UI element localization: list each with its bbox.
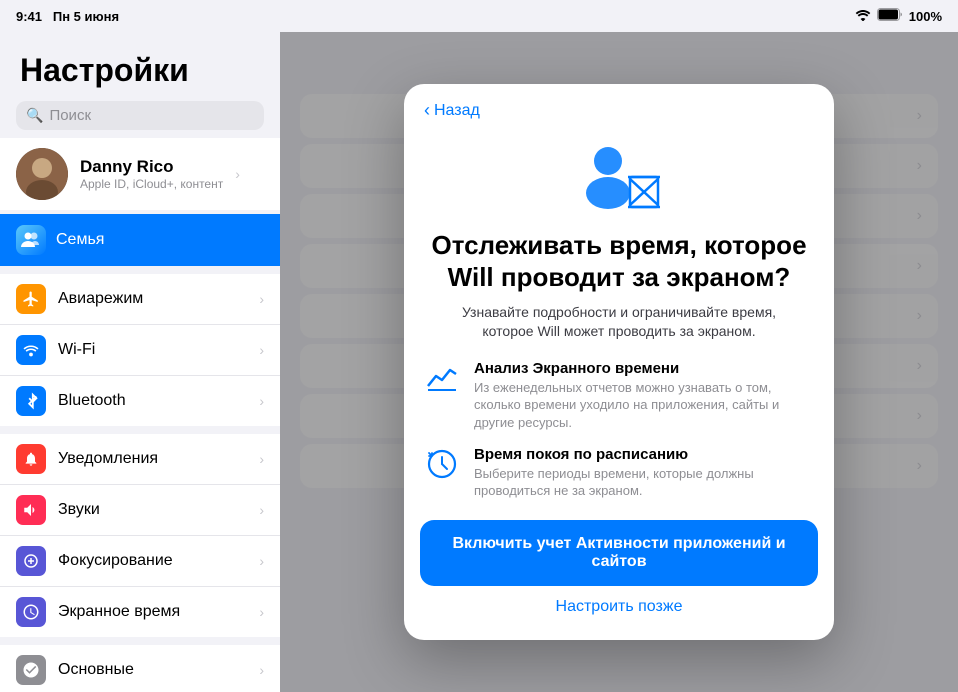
sidebar-item-bluetooth[interactable]: Bluetooth › [0, 376, 280, 426]
screentime-label: Экранное время [58, 603, 247, 621]
screentime-icon [16, 597, 46, 627]
sidebar-item-notifications[interactable]: Уведомления › [0, 434, 280, 485]
profile-row[interactable]: Danny Rico Apple ID, iCloud+, контент › [0, 138, 280, 210]
modal-title: Отслеживать время, которое Will проводит… [404, 230, 834, 292]
sidebar-item-airplane[interactable]: Авиарежим › [0, 274, 280, 325]
downtime-icon [424, 446, 460, 482]
modal-features: Анализ Экранного времени Из еженедельных… [404, 360, 834, 500]
battery-percent: 100% [909, 9, 942, 24]
family-label: Семья [56, 231, 104, 249]
focus-label: Фокусирование [58, 552, 247, 570]
bluetooth-label: Bluetooth [58, 392, 247, 410]
sounds-label: Звуки [58, 501, 247, 519]
general-label: Основные [58, 661, 247, 679]
analysis-icon [424, 360, 460, 396]
sidebar-item-family[interactable]: Семья [0, 214, 280, 266]
modal-overlay: ‹ Назад [280, 32, 958, 692]
feature-downtime-title: Время покоя по расписанию [474, 446, 814, 463]
back-label: Назад [434, 102, 480, 120]
back-button[interactable]: ‹ Назад [424, 100, 814, 121]
sidebar-title: Настройки [0, 44, 280, 97]
wifi-settings-icon [16, 335, 46, 365]
back-chevron-icon: ‹ [424, 100, 430, 121]
airplane-label: Авиарежим [58, 290, 247, 308]
settings-group-system: Основные › Пункт управления › [0, 645, 280, 692]
search-placeholder: Поиск [49, 107, 91, 124]
feature-analysis-desc: Из еженедельных отчетов можно узнавать о… [474, 379, 814, 432]
bluetooth-chevron: › [259, 393, 264, 409]
modal-subtitle: Узнавайте подробности и ограничивайте вр… [404, 303, 834, 342]
family-icon [16, 225, 46, 255]
profile-subtitle: Apple ID, iCloud+, контент [80, 177, 223, 191]
status-time: 9:41 Пн 5 июня [16, 9, 119, 24]
status-indicators: 100% [855, 8, 942, 24]
airplane-icon [16, 284, 46, 314]
status-bar: 9:41 Пн 5 июня 100% [0, 0, 958, 32]
modal-dialog: ‹ Назад [404, 84, 834, 639]
wifi-chevron: › [259, 342, 264, 358]
wifi-icon [855, 9, 871, 24]
battery-icon [877, 8, 903, 24]
sidebar: Настройки 🔍 Поиск Danny Rico Apple ID, i… [0, 32, 280, 692]
modal-icon-area [404, 129, 834, 230]
enable-button[interactable]: Включить учет Активности приложений и са… [420, 520, 818, 586]
bluetooth-icon [16, 386, 46, 416]
sidebar-item-sounds[interactable]: Звуки › [0, 485, 280, 536]
airplane-chevron: › [259, 291, 264, 307]
notifications-icon [16, 444, 46, 474]
search-icon: 🔍 [26, 107, 43, 124]
sidebar-item-general[interactable]: Основные › [0, 645, 280, 692]
profile-info: Danny Rico Apple ID, iCloud+, контент [80, 157, 223, 191]
general-icon [16, 655, 46, 685]
sidebar-item-wifi[interactable]: Wi-Fi › [0, 325, 280, 376]
sidebar-item-focus[interactable]: Фокусирование › [0, 536, 280, 587]
settings-group-alerts: Уведомления › Звуки › Фокусировани [0, 434, 280, 637]
main-content: › › › › › › › [280, 32, 958, 692]
configure-later-button[interactable]: Настроить позже [404, 598, 834, 616]
sidebar-item-screentime[interactable]: Экранное время › [0, 587, 280, 637]
search-bar[interactable]: 🔍 Поиск [16, 101, 264, 130]
feature-downtime-desc: Выберите периоды времени, которые должны… [474, 465, 814, 500]
notifications-label: Уведомления [58, 450, 247, 468]
profile-chevron: › [235, 166, 240, 182]
hero-icon [574, 139, 664, 214]
sounds-icon [16, 495, 46, 525]
settings-group-network: Авиарежим › Wi-Fi › [0, 274, 280, 426]
feature-analysis-title: Анализ Экранного времени [474, 360, 814, 377]
feature-analysis: Анализ Экранного времени Из еженедельных… [424, 360, 814, 432]
wifi-label: Wi-Fi [58, 341, 247, 359]
modal-header: ‹ Назад [404, 84, 834, 121]
focus-icon [16, 546, 46, 576]
avatar [16, 148, 68, 200]
settings-container: Настройки 🔍 Поиск Danny Rico Apple ID, i… [0, 32, 958, 692]
feature-downtime: Время покоя по расписанию Выберите перио… [424, 446, 814, 500]
profile-name: Danny Rico [80, 157, 223, 177]
